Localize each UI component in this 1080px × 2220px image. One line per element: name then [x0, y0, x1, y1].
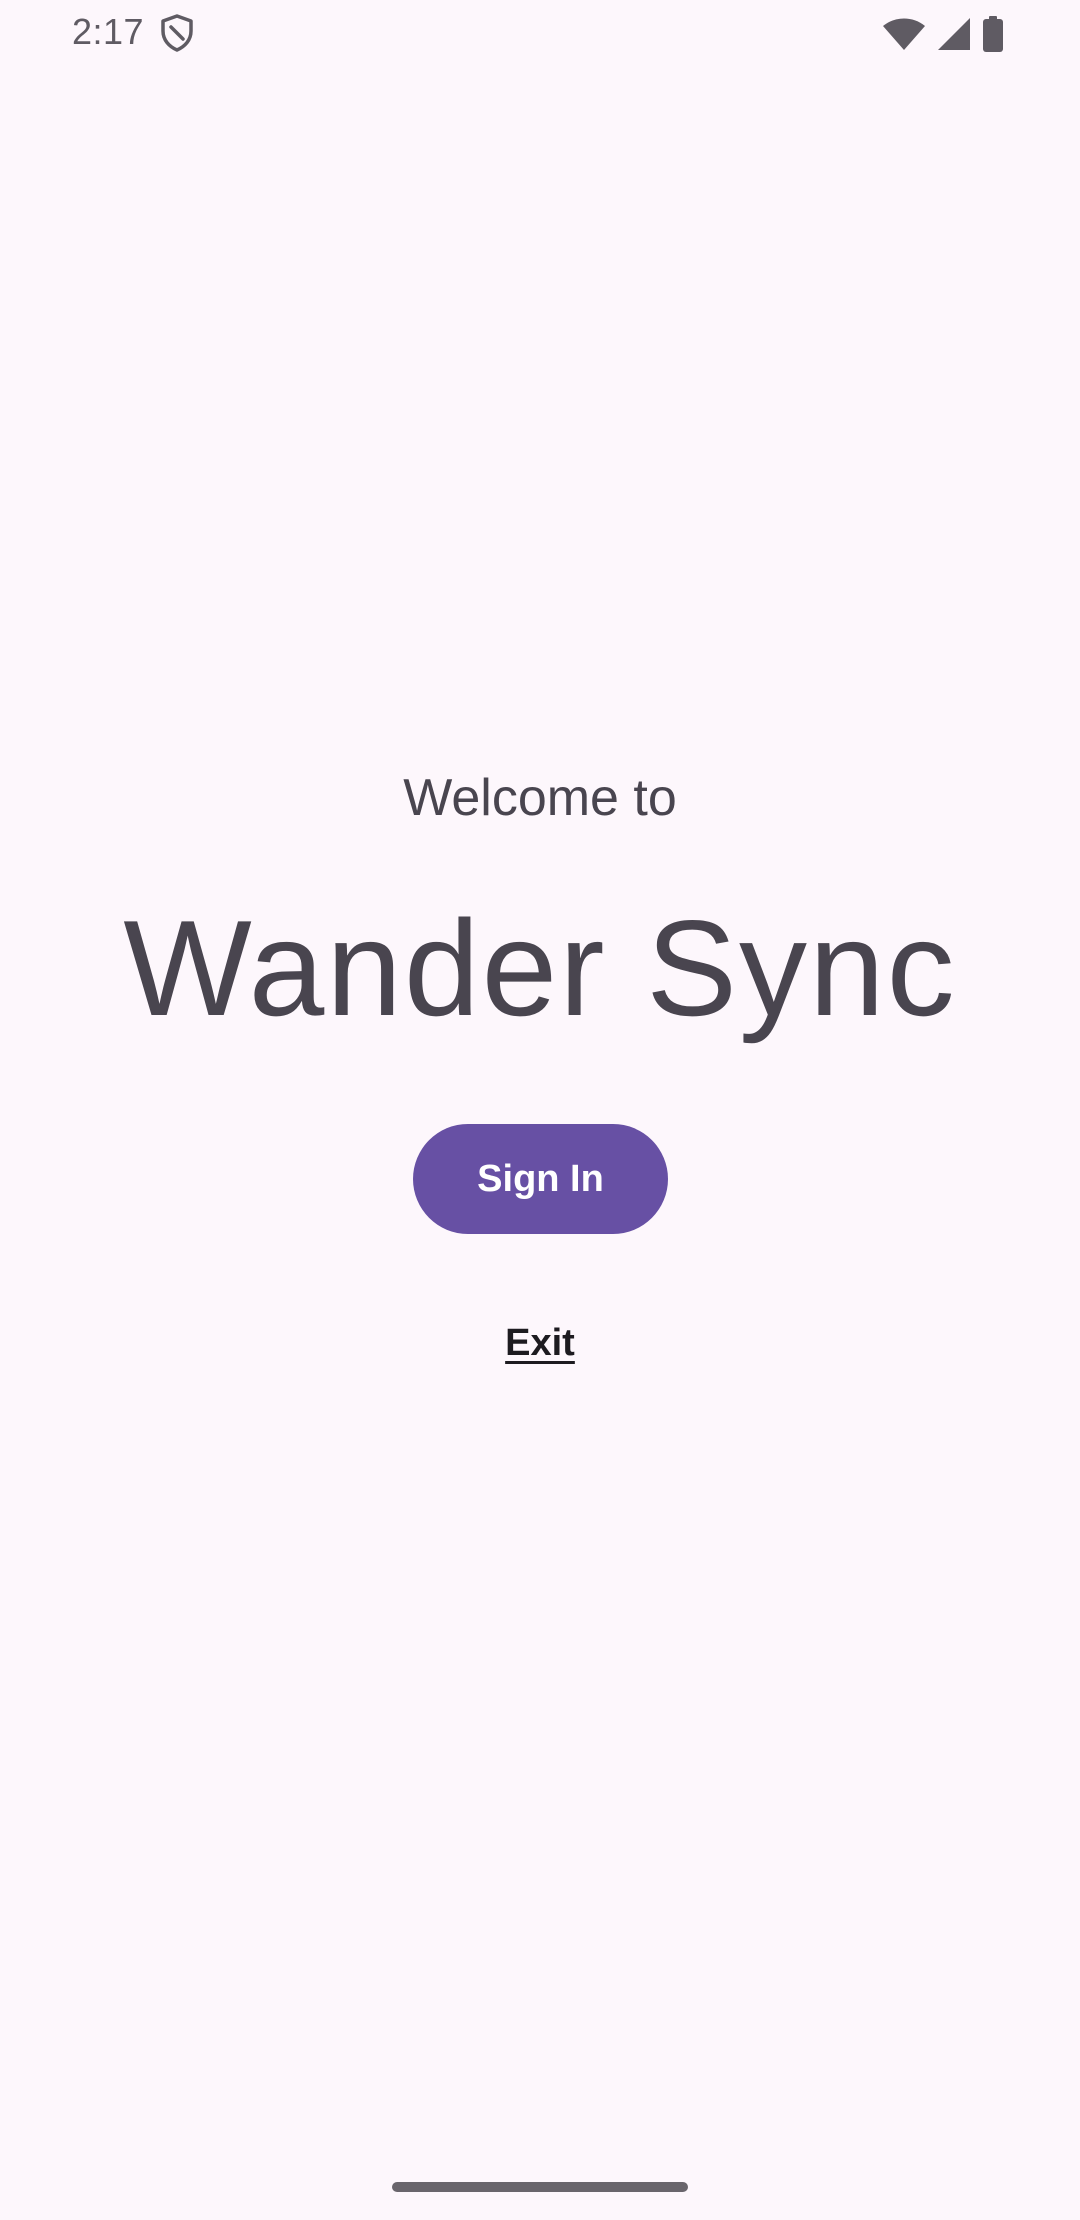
- welcome-screen: Welcome to Wander Sync Sign In Exit: [0, 0, 1080, 2220]
- app-title: Wander Sync: [123, 892, 957, 1044]
- welcome-subtitle: Welcome to: [403, 769, 677, 827]
- exit-link-container: Exit: [0, 1318, 1080, 1368]
- sign-in-button[interactable]: Sign In: [413, 1124, 668, 1234]
- gesture-nav-handle[interactable]: [392, 2182, 688, 2192]
- exit-link[interactable]: Exit: [505, 1322, 575, 1364]
